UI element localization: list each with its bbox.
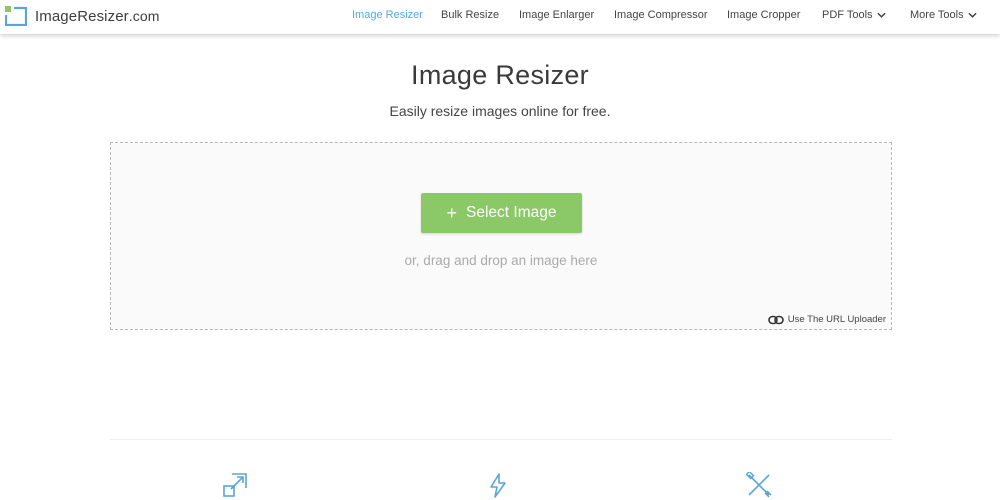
link-icon [767,315,784,324]
nav-item-label: Bulk Resize [441,9,500,21]
nav-item-image-resizer[interactable]: Image Resizer [352,9,423,21]
url-uploader-link[interactable]: Use The URL Uploader [767,314,886,325]
site-header: ImageResizer.com Image Resizer Bulk Resi… [0,0,1000,34]
url-uploader-label: Use The URL Uploader [787,314,886,325]
select-image-label: Select Image [466,204,557,221]
lightning-icon [490,473,506,498]
nav-item-more-tools[interactable]: More Tools [910,9,977,21]
nav-item-image-compressor[interactable]: Image Compressor [614,9,708,21]
nav-item-label: Image Enlarger [519,9,595,21]
nav-item-label: PDF Tools [822,9,873,21]
nav-item-bulk-resize[interactable]: Bulk Resize [441,9,499,21]
nav-item-image-enlarger[interactable]: Image Enlarger [519,9,594,21]
resize-icon [223,473,247,497]
select-image-button[interactable]: + Select Image [421,193,582,233]
nav-item-pdf-tools[interactable]: PDF Tools [822,9,886,21]
nav-item-label: Image Compressor [614,9,708,21]
image-dropzone[interactable]: + Select Image or, drag and drop an imag… [110,142,892,330]
chevron-down-icon [968,12,977,18]
nav-item-label: Image Resizer [352,9,423,21]
page-subtitle: Easily resize images online for free. [389,103,611,119]
page-title: Image Resizer [411,60,589,90]
section-divider [110,439,892,440]
plus-icon: + [446,203,458,223]
drag-drop-hint: or, drag and drop an image here [404,253,598,268]
chevron-down-icon [876,12,886,18]
nav-item-image-cropper[interactable]: Image Cropper [727,9,800,21]
main-nav: Image Resizer Bulk Resize Image Enlarger… [0,0,1000,30]
nav-item-label: Image Cropper [727,9,801,21]
nav-item-label: More Tools [910,9,964,21]
tools-icon [746,472,772,498]
